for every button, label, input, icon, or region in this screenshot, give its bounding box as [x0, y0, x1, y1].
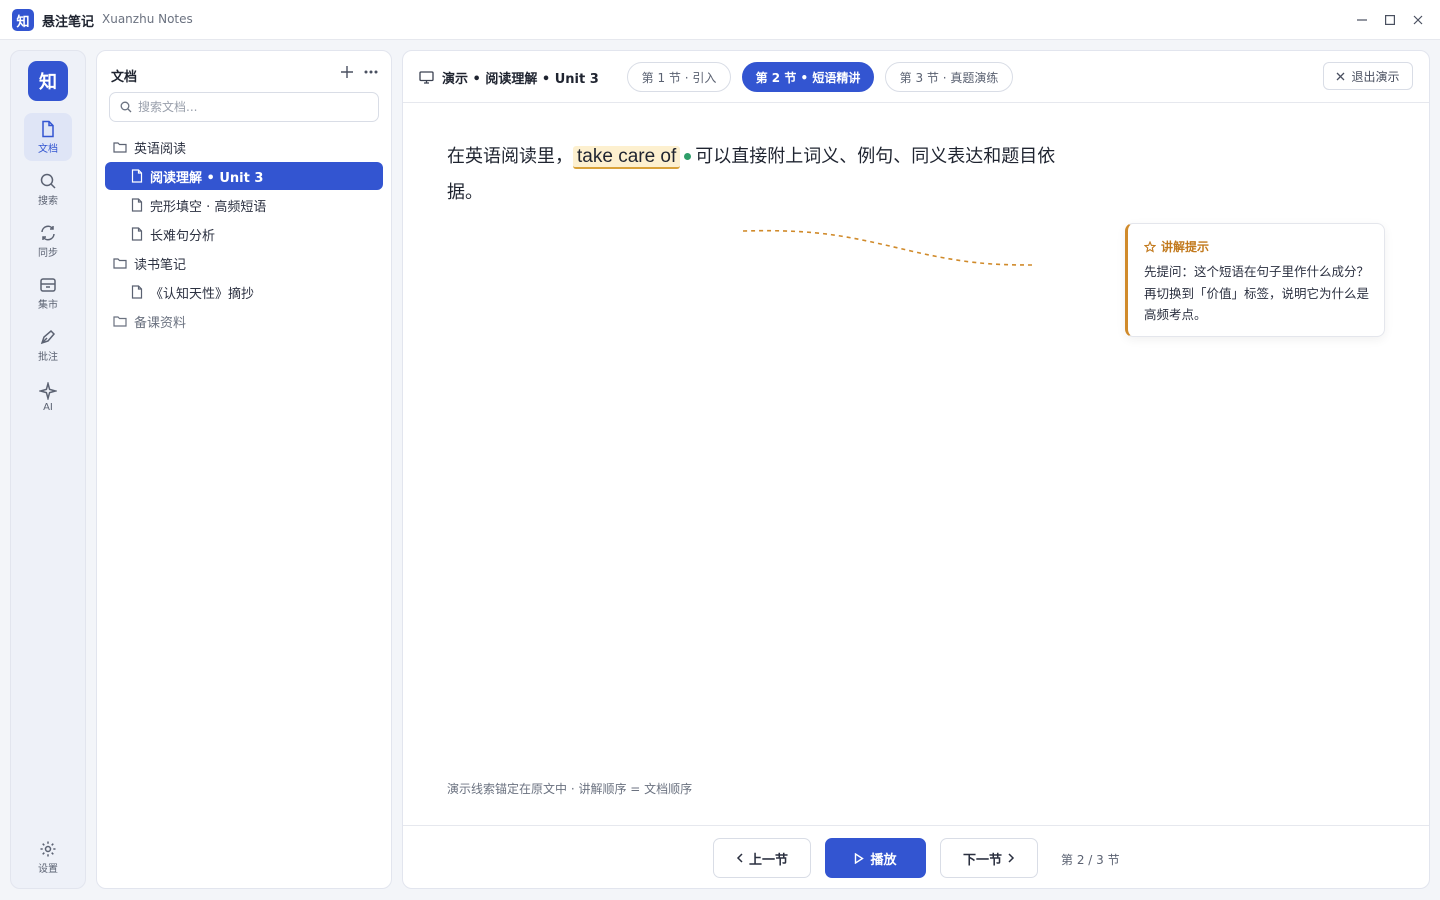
- icon-rail: 知 文档 搜索 同步 集市 批注 AI 设置: [10, 50, 86, 889]
- app-logo: 知: [12, 9, 34, 31]
- tree-file[interactable]: 长难句分析: [105, 220, 383, 248]
- prev-section-button[interactable]: 上一节: [713, 838, 811, 878]
- app-title: 悬注笔记: [42, 15, 95, 30]
- slide-text: 在英语阅读里， take care of 可以直接附上词义、例句、同义表达和题目依据…: [447, 139, 1067, 211]
- tree-item-label: 英语阅读: [134, 141, 187, 157]
- tab-section-3[interactable]: 第 3 节 · 真题演练: [885, 62, 1013, 92]
- chevron-right-icon: [1008, 853, 1015, 863]
- minimize-icon: [1357, 19, 1367, 21]
- close-icon: [1337, 72, 1345, 80]
- presentation-title-text: 演示 • 阅读理解 • Unit 3: [442, 72, 599, 87]
- chevron-left-icon: [736, 853, 743, 863]
- connector-line: [742, 229, 1036, 266]
- hint-header: 讲解提示: [1144, 238, 1209, 255]
- presentation-panel: 演示 • 阅读理解 • Unit 3 第 1 节 · 引入 第 2 节 • 短语…: [402, 50, 1430, 889]
- file-icon: [131, 285, 143, 299]
- search-box: [109, 92, 379, 122]
- play-icon: [855, 852, 865, 864]
- folder-icon: [113, 316, 127, 327]
- tree-item-label: 读书笔记: [134, 257, 187, 273]
- file-icon: [131, 198, 143, 212]
- search-icon: [40, 173, 56, 189]
- close-icon: [1413, 15, 1423, 25]
- file-icon: [131, 227, 143, 241]
- folder-icon: [113, 258, 127, 269]
- star-icon: [1144, 240, 1156, 253]
- monitor-icon: [419, 71, 434, 84]
- tree-item-label: 备课资料: [134, 315, 187, 331]
- play-label: 播放: [870, 852, 897, 868]
- highlighted-phrase[interactable]: take care of: [573, 146, 681, 169]
- rail-logo: 知: [28, 61, 68, 101]
- rail-item-documents[interactable]: 文档: [24, 113, 72, 161]
- tree-folder[interactable]: 读书笔记: [109, 249, 379, 277]
- play-button[interactable]: 播放: [825, 838, 926, 878]
- hint-title: 讲解提示: [1161, 240, 1210, 254]
- rail-item-search[interactable]: 搜索: [24, 165, 72, 213]
- minimize-button[interactable]: [1348, 6, 1376, 34]
- next-label: 下一节: [962, 852, 1002, 868]
- rail-item-ai[interactable]: AI: [24, 373, 72, 421]
- rail-item-label: 同步: [38, 247, 58, 259]
- tree-folder[interactable]: 英语阅读: [109, 133, 379, 161]
- slide-text-before: 在英语阅读里，: [447, 146, 573, 167]
- rail-item-label: 搜索: [38, 195, 58, 207]
- rail-item-label: AI: [43, 401, 53, 413]
- exit-label: 退出演示: [1351, 69, 1400, 84]
- window-controls: [1348, 0, 1432, 40]
- presentation-title: 演示 • 阅读理解 • Unit 3: [419, 68, 599, 87]
- rail-item-label: 设置: [38, 863, 58, 875]
- footnote: 演示线索锚定在原文中 · 讲解顺序 = 文档顺序: [447, 782, 693, 796]
- tree-file[interactable]: 阅读理解 • Unit 3: [105, 162, 383, 190]
- presentation-header: 演示 • 阅读理解 • Unit 3 第 1 节 · 引入 第 2 节 • 短语…: [403, 51, 1429, 103]
- plus-icon: [341, 66, 353, 78]
- title-bar: 知 悬注笔记 Xuanzhu Notes: [0, 0, 1440, 40]
- tree-item-label: 阅读理解 • Unit 3: [150, 170, 264, 186]
- rail-item-label: 集市: [38, 299, 58, 311]
- sparkle-icon: [39, 381, 57, 400]
- tree-file[interactable]: 完形填空 · 高频短语: [105, 191, 383, 219]
- more-options-button[interactable]: [363, 63, 379, 81]
- rail-item-annotate[interactable]: 批注: [24, 321, 72, 369]
- more-icon: [364, 70, 378, 74]
- rail-item-market[interactable]: 集市: [24, 269, 72, 317]
- maximize-icon: [1385, 15, 1395, 25]
- tree-item-label: 《认知天性》摘抄: [150, 286, 255, 302]
- search-icon: [120, 101, 132, 113]
- folder-icon: [113, 142, 127, 153]
- tree-item-label: 完形填空 · 高频短语: [150, 199, 267, 215]
- documents-panel: 文档 英语阅读 阅读理解 • Unit 3 完形填空 · 高频短语 长难句分析 …: [96, 50, 392, 889]
- tree-folder[interactable]: 备课资料: [109, 307, 379, 335]
- document-icon: [42, 120, 54, 137]
- gear-icon: [40, 841, 56, 856]
- exit-presentation-button[interactable]: 退出演示: [1323, 62, 1413, 90]
- pen-icon: [40, 329, 56, 344]
- hint-card: 讲解提示 先提问：这个短语在句子里作什么成分？再切换到「价值」标签，说明它为什么…: [1125, 223, 1385, 337]
- rail-item-label: 文档: [38, 143, 58, 155]
- tree-file[interactable]: 《认知天性》摘抄: [105, 278, 383, 306]
- close-window-button[interactable]: [1404, 6, 1432, 34]
- rail-item-label: 批注: [38, 351, 58, 363]
- search-input[interactable]: [138, 100, 358, 114]
- tab-section-2[interactable]: 第 2 节 • 短语精讲: [742, 62, 874, 92]
- archive-icon: [40, 277, 56, 292]
- tab-section-1[interactable]: 第 1 节 · 引入: [627, 62, 731, 92]
- add-document-button[interactable]: [339, 63, 355, 81]
- maximize-button[interactable]: [1376, 6, 1404, 34]
- panel-actions: [339, 63, 379, 81]
- anchor-dot: [684, 152, 692, 160]
- next-section-button[interactable]: 下一节: [940, 838, 1038, 878]
- prev-label: 上一节: [748, 852, 788, 868]
- presentation-footer: 上一节 播放 下一节 第 2 / 3 节: [403, 825, 1429, 888]
- sync-icon: [41, 225, 55, 240]
- page-indicator: 第 2 / 3 节: [1061, 853, 1120, 867]
- panel-title: 文档: [111, 70, 138, 85]
- app-subtitle: Xuanzhu Notes: [102, 12, 193, 26]
- file-icon: [131, 169, 143, 183]
- tree-item-label: 长难句分析: [150, 228, 216, 244]
- rail-item-sync[interactable]: 同步: [24, 217, 72, 265]
- rail-item-settings[interactable]: 设置: [24, 833, 72, 881]
- hint-body: 先提问：这个短语在句子里作什么成分？再切换到「价值」标签，说明它为什么是高频考点…: [1144, 264, 1370, 322]
